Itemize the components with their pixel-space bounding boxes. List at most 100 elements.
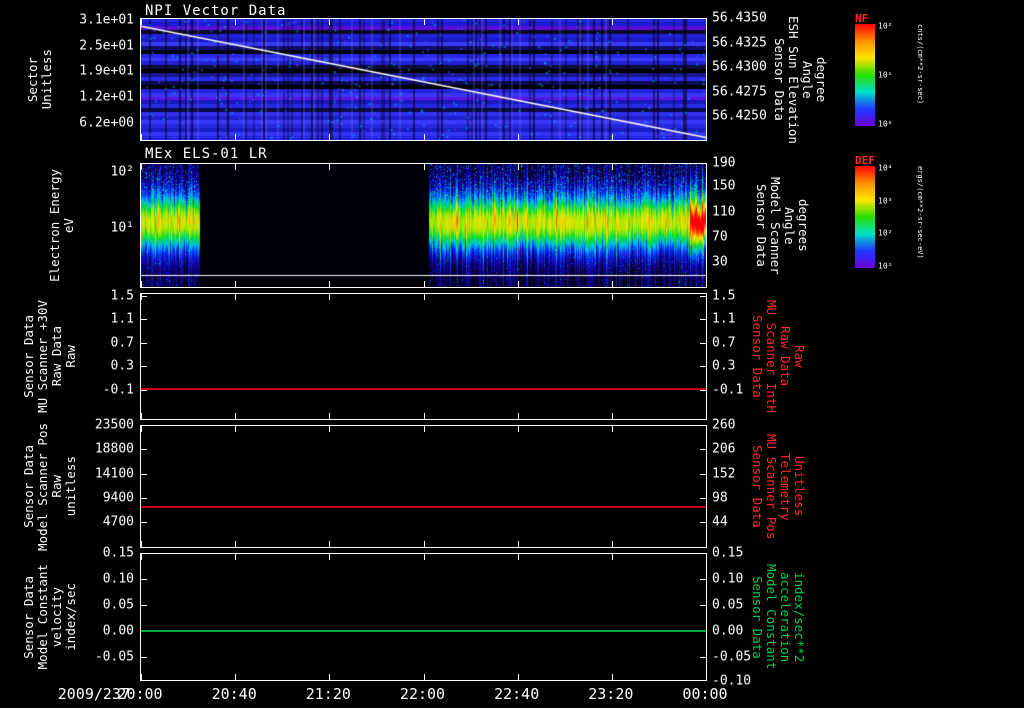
data-line bbox=[141, 506, 706, 509]
x-tick-mark bbox=[329, 294, 330, 300]
y-tick-label: 1.2e+01 bbox=[79, 89, 134, 105]
y-tick-mark bbox=[141, 366, 147, 368]
panel2-title: MEx ELS-01 LR bbox=[145, 146, 268, 162]
y-tick-label: 0.05 bbox=[102, 597, 134, 613]
y-tick-label: 3.1e+01 bbox=[79, 12, 134, 28]
x-tick-mark bbox=[235, 554, 236, 560]
axis-label-line: Sensor Data bbox=[750, 575, 765, 659]
y-tick-label: -0.05 bbox=[94, 649, 134, 665]
x-tick-mark bbox=[329, 281, 330, 287]
axis-label-line: eV bbox=[61, 217, 76, 234]
time-tick-label: 22:40 bbox=[494, 685, 540, 703]
panel3-right-axis-label: Sensor Data MU Scanner IntH Raw Data Raw bbox=[750, 293, 807, 420]
y-tick-mark bbox=[700, 425, 706, 426]
panel2-right-axis-label: Sensor Data Model Scanner Angle degrees bbox=[754, 163, 811, 288]
right-y-tick-label: 56.4325 bbox=[712, 35, 767, 51]
axis-label-line: Sensor Data bbox=[750, 315, 765, 398]
y-tick-label: 0.3 bbox=[110, 358, 134, 374]
x-tick-mark bbox=[424, 281, 425, 287]
y-tick-mark bbox=[700, 578, 706, 580]
x-tick-mark bbox=[612, 134, 613, 140]
axis-label-line: MU Scanner Pos bbox=[764, 433, 779, 540]
axis-label-line: MU Scanner IntH bbox=[764, 300, 779, 413]
axis-label-line: Raw Data bbox=[778, 326, 793, 387]
x-tick-mark bbox=[235, 541, 236, 547]
right-y-tick-label: 70 bbox=[712, 229, 728, 245]
npi-spectrogram-image bbox=[141, 19, 706, 140]
axis-label-line: Sensor Data bbox=[21, 445, 36, 528]
panel-scanner-pos bbox=[140, 425, 707, 548]
def-colorbar-title: DEF bbox=[855, 154, 875, 167]
x-tick-mark bbox=[424, 164, 425, 170]
x-tick-mark bbox=[235, 19, 236, 25]
x-tick-mark bbox=[612, 554, 613, 560]
y-tick-mark bbox=[141, 425, 147, 426]
x-tick-mark bbox=[612, 19, 613, 25]
axis-label-line: Model Scanner bbox=[768, 176, 783, 275]
x-tick-mark bbox=[518, 19, 519, 25]
axis-label-line: Angle bbox=[800, 60, 815, 99]
x-tick-mark bbox=[612, 294, 613, 300]
right-y-tick-label: 0.3 bbox=[712, 358, 736, 374]
right-y-tick-label: 56.4350 bbox=[712, 10, 767, 26]
axis-label-line: Raw bbox=[792, 345, 807, 368]
x-tick-mark bbox=[141, 19, 142, 25]
x-tick-mark bbox=[612, 164, 613, 170]
axis-label-line: Model Scanner Pos bbox=[35, 422, 50, 551]
x-tick-mark bbox=[518, 134, 519, 140]
x-tick-mark bbox=[141, 281, 142, 287]
axis-label-line: unitless bbox=[63, 456, 78, 517]
axis-label-line: Raw Data bbox=[49, 326, 64, 387]
x-tick-mark bbox=[518, 281, 519, 287]
y-tick-mark bbox=[700, 498, 706, 500]
right-y-tick-label: 0.7 bbox=[712, 335, 736, 351]
axis-label-line: velocity bbox=[49, 586, 64, 648]
y-tick-label: 0.15 bbox=[102, 545, 134, 561]
colorbar-tick-label: 10¹ bbox=[878, 70, 893, 80]
y-tick-label: 1.9e+01 bbox=[79, 63, 134, 79]
y-tick-label: 10² bbox=[110, 164, 134, 180]
y-tick-mark bbox=[700, 473, 706, 475]
axis-label-line: Model Constant bbox=[764, 564, 779, 670]
panel-els-spectrogram bbox=[140, 163, 707, 288]
axis-label-line: MU Scanner +30V bbox=[35, 300, 50, 413]
y-tick-mark bbox=[141, 342, 147, 344]
axis-label-line: index/sec**2 bbox=[792, 571, 807, 663]
right-y-tick-label: 56.4250 bbox=[712, 108, 767, 124]
right-y-tick-label: -0.1 bbox=[712, 382, 744, 398]
colorbar-tick-label: 10² bbox=[878, 228, 893, 238]
axis-label-line: Sensor Data bbox=[772, 38, 787, 121]
x-tick-mark bbox=[329, 541, 330, 547]
right-y-tick-label: 1.5 bbox=[712, 288, 736, 304]
data-line bbox=[141, 388, 706, 391]
time-tick-label: 00:00 bbox=[682, 685, 728, 703]
right-y-tick-label: 98 bbox=[712, 490, 728, 506]
axis-label-line: Model Constant bbox=[35, 564, 50, 670]
x-tick-mark bbox=[235, 164, 236, 170]
right-y-tick-label: 206 bbox=[712, 441, 736, 457]
axis-label-line: Angle bbox=[782, 206, 797, 245]
y-tick-label: 14100 bbox=[94, 466, 134, 482]
x-tick-mark bbox=[235, 134, 236, 140]
right-y-tick-label: 30 bbox=[712, 254, 728, 270]
panel3-left-axis-label: Sensor Data MU Scanner +30V Raw Data Raw bbox=[21, 293, 78, 420]
y-tick-label: 0.7 bbox=[110, 335, 134, 351]
x-tick-mark bbox=[706, 164, 707, 170]
x-tick-mark bbox=[329, 413, 330, 419]
nf-colorbar bbox=[855, 24, 875, 126]
y-tick-mark bbox=[700, 342, 706, 344]
y-tick-mark bbox=[700, 319, 706, 321]
time-tick-label: 20:00 bbox=[117, 685, 163, 703]
x-tick-mark bbox=[424, 541, 425, 547]
right-y-tick-label: 0.00 bbox=[712, 623, 744, 639]
data-line bbox=[141, 629, 706, 632]
x-tick-mark bbox=[706, 294, 707, 300]
x-tick-mark bbox=[141, 541, 142, 547]
x-tick-mark bbox=[141, 674, 142, 680]
right-y-tick-label: 152 bbox=[712, 466, 736, 482]
y-tick-mark bbox=[141, 295, 147, 297]
x-tick-mark bbox=[329, 134, 330, 140]
colorbar-tick-label: 10³ bbox=[878, 196, 893, 206]
y-tick-mark bbox=[141, 319, 147, 321]
x-tick-mark bbox=[706, 541, 707, 547]
